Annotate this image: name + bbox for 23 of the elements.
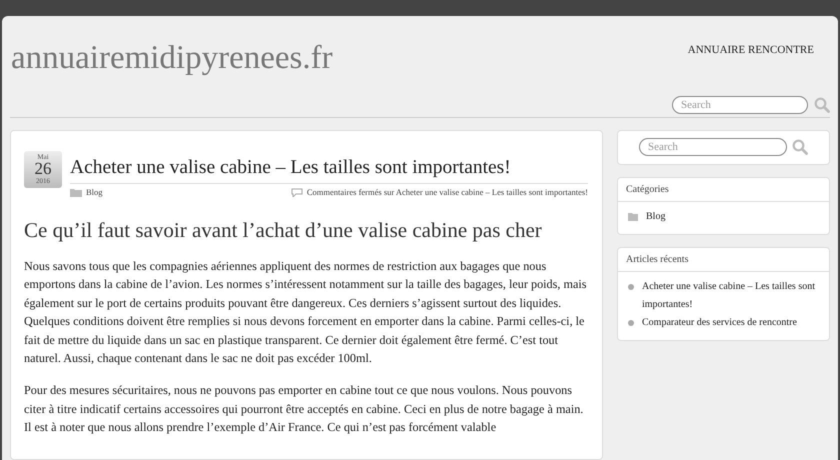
article-paragraph: Nous savons tous que les compagnies aériennes appliquent des normes de restriction aux bagages que nous emportons dans la cabine de l’avion. Les normes s’intéressent notamment sur la taille des bagages, leur poids, mais également sur le port de certains produits pouvant être dangereux. Ces derniers s’agissent surtout des liquides. Quelques conditions doivent être remplies si nous devons forcement en emporter dans la cabine. Parmi celles-ci, le fait de mettre du liquide dans un sac en plastique transparent. Ce dernier doit également être fermé. C’est tout naturel. Aussi, chaque contenant dans le sac ne doit pas excéder 100ml. <box>24 258 588 368</box>
comments-note: Commentaires fermés sur Acheter une valise cabine – Les tailles sont importantes! <box>306 187 588 197</box>
search-field[interactable]: Search <box>639 138 787 156</box>
folder-icon <box>628 212 638 221</box>
article-paragraph: Pour des mesures sécuritaires, nous ne pouvons pas emporter en cabine tout ce que nous voulons. Nous pouvons citer à titre indicatif certains accessoires qui pourront être acceptés en cabine. Ceci en plus de notre bagage à main. Il est à noter que nous allons prendre l’exemple d’Air France. Ce qui n’est pas forcément valable <box>24 382 584 436</box>
article-heading: Ce qu’il faut savoir avant l’achat d’une valise cabine pas cher <box>24 217 543 243</box>
bullet-icon <box>628 284 634 290</box>
date-day: 26 <box>34 161 52 177</box>
site-title[interactable]: annuairemidipyrenees.fr <box>11 40 333 77</box>
search-icon[interactable] <box>792 139 808 155</box>
search-field[interactable]: Search <box>672 96 808 114</box>
widget-title: Articles récents <box>618 248 829 272</box>
widget-link[interactable]: Acheter une valise cabine – Les tailles sont importantes! <box>642 278 821 314</box>
nav-link[interactable]: ANNUAIRE RENCONTRE <box>688 44 814 56</box>
bullet-icon <box>628 320 634 326</box>
folder-icon <box>70 188 82 196</box>
post-title[interactable]: Acheter une valise cabine – Les tailles sont importantes! <box>70 151 588 184</box>
category-link[interactable]: Blog <box>86 187 103 197</box>
search-icon[interactable] <box>814 97 830 113</box>
widget-title: Catégories <box>618 178 829 202</box>
widget-link[interactable]: Comparateur des services de rencontre <box>642 314 797 332</box>
comment-icon <box>290 188 303 196</box>
widget-link[interactable]: Blog <box>646 208 666 226</box>
